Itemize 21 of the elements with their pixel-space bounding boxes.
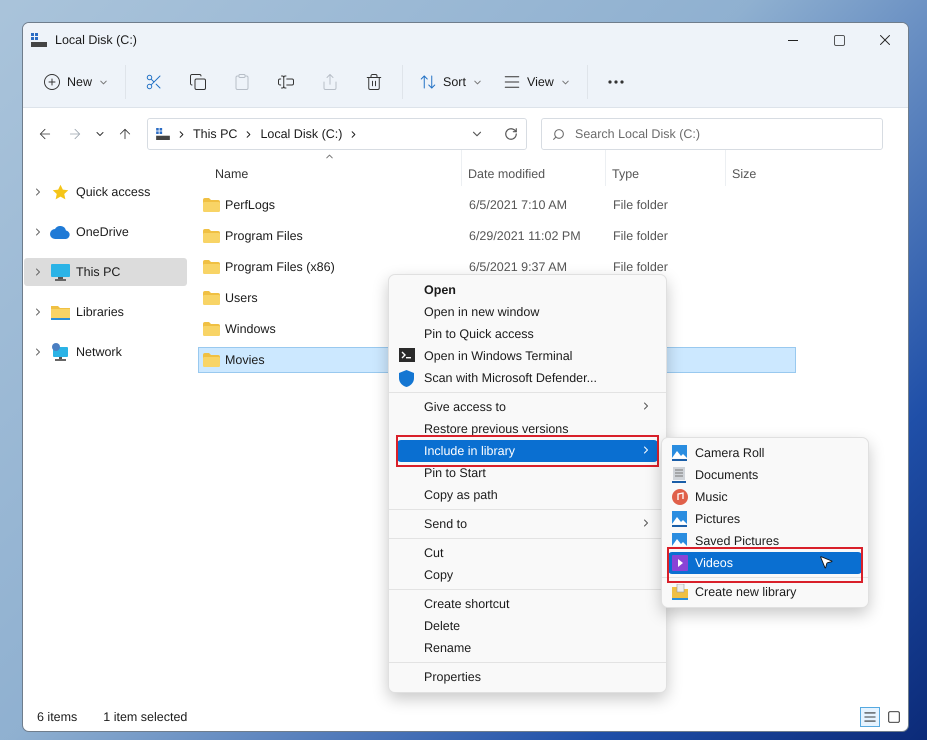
file-name: PerfLogs — [225, 198, 276, 212]
date-cell-text: 6/5/2021 9:37 AM — [468, 260, 568, 274]
item-count: 6 items — [37, 710, 78, 724]
selection-count: 1 item selected — [103, 710, 188, 724]
sidebar-label: This PC — [76, 265, 120, 279]
file-name: Windows — [225, 322, 276, 336]
file-name: Movies — [225, 353, 265, 367]
search-placeholder: Search Local Disk (C:) — [575, 127, 700, 141]
type-cell-text: File folder — [612, 198, 669, 212]
sidebar-label: OneDrive — [76, 225, 129, 239]
type-cell-text: File folder — [612, 260, 669, 274]
file-name: Program Files — [225, 229, 303, 243]
file-name: Users — [225, 291, 258, 305]
sidebar-label: Libraries — [76, 305, 124, 319]
sidebar-label: Quick access — [76, 185, 150, 199]
file-name: Program Files (x86) — [225, 260, 335, 274]
window-title: Local Disk (C:) — [55, 33, 138, 47]
sidebar-label: Network — [76, 345, 122, 359]
date-cell-text: 6/5/2021 7:10 AM — [468, 198, 568, 212]
type-cell-text: File folder — [612, 229, 669, 243]
date-cell-text: 6/29/2021 11:02 PM — [468, 229, 582, 243]
